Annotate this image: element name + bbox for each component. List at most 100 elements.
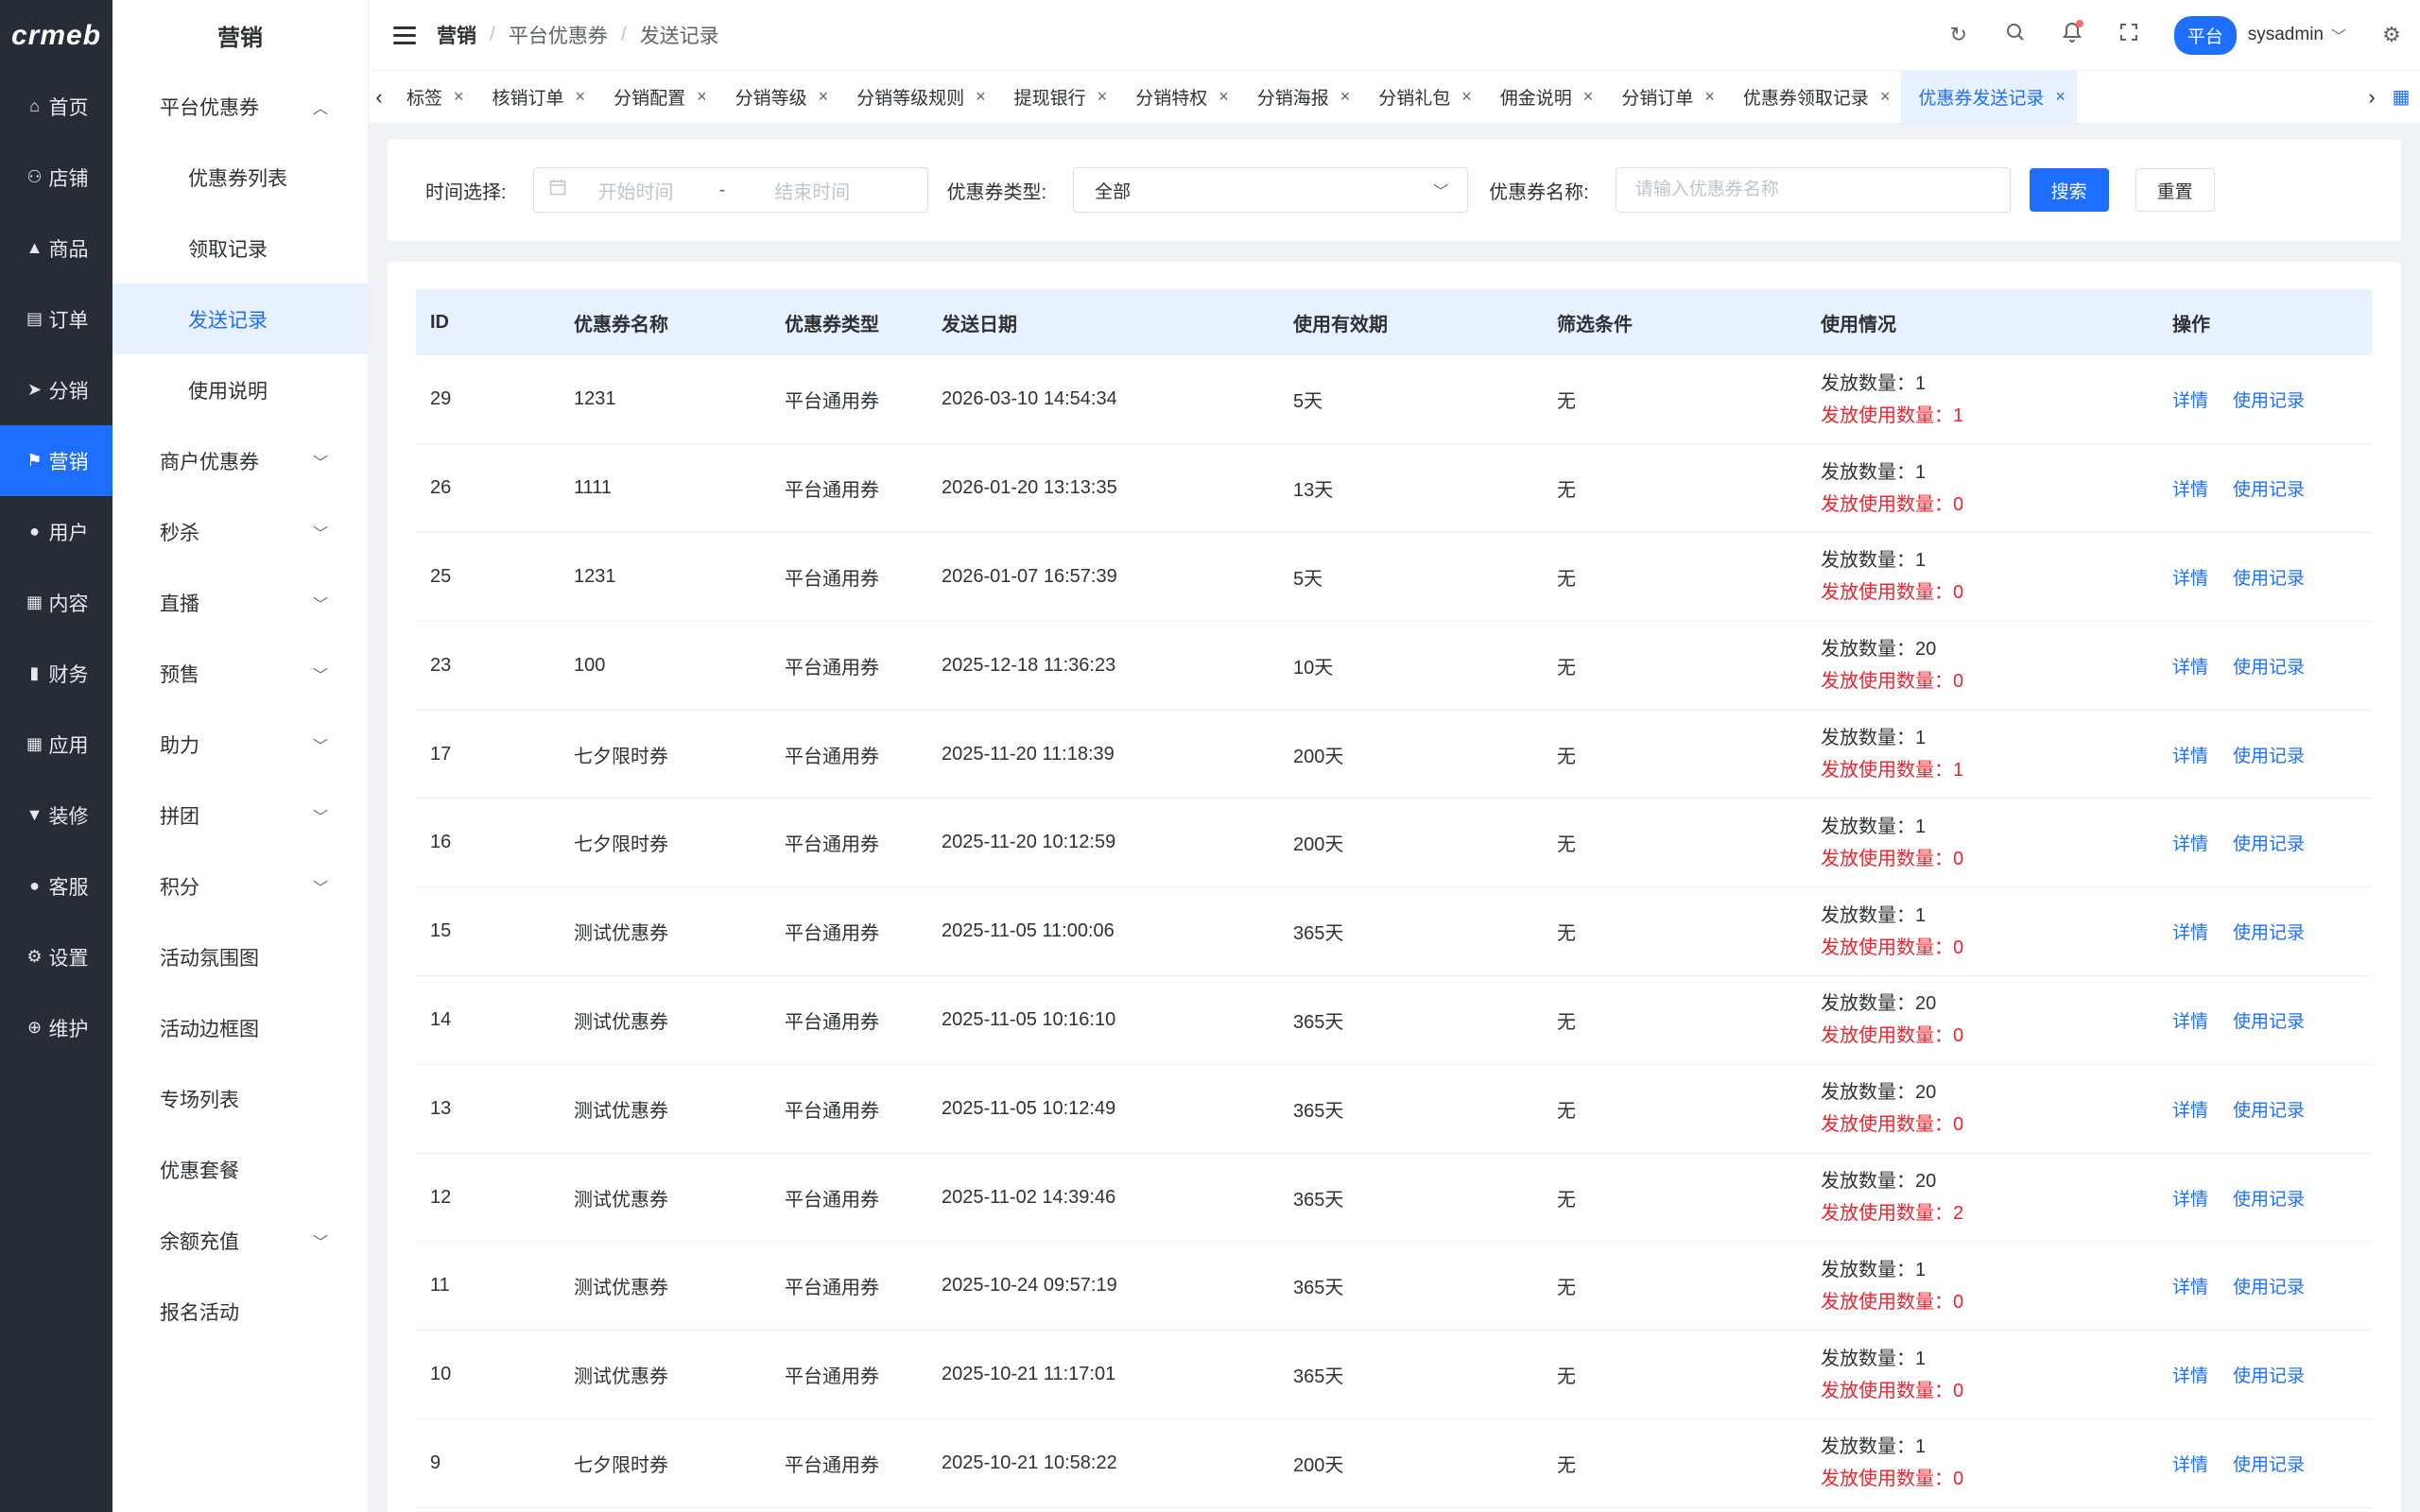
rail-item[interactable]: ● 客服 [0,850,112,921]
close-icon[interactable]: × [976,87,986,107]
submenu-item[interactable]: 使用说明 [112,354,368,425]
tab[interactable]: 分销等级规则 × [839,71,997,123]
detail-link[interactable]: 详情 [2172,1190,2208,1210]
reset-button[interactable]: 重置 [2135,168,2215,212]
submenu-group[interactable]: 拼团 ﹀ [112,780,368,850]
close-icon[interactable]: × [1340,87,1351,107]
rail-item[interactable]: ▤ 订单 [0,284,112,354]
usage-record-link[interactable]: 使用记录 [2233,834,2305,854]
close-icon[interactable]: × [1880,87,1891,107]
rail-item[interactable]: ⚇ 店铺 [0,142,112,213]
close-icon[interactable]: × [1704,87,1715,107]
coupon-type-select[interactable]: 全部 ﹀ [1073,167,1469,213]
fullscreen-icon[interactable] [2118,23,2140,47]
detail-link[interactable]: 详情 [2172,391,2208,411]
breadcrumb-item[interactable]: 平台优惠券 [509,21,608,49]
submenu-group[interactable]: 助力 ﹀ [112,709,368,780]
grid-icon[interactable]: ▦ [2382,85,2420,109]
submenu-group[interactable]: 报名活动 [112,1276,368,1347]
detail-link[interactable]: 详情 [2172,1278,2208,1297]
tab[interactable]: 佣金说明 × [1483,71,1605,123]
usage-record-link[interactable]: 使用记录 [2233,1012,2305,1032]
usage-record-link[interactable]: 使用记录 [2233,480,2305,500]
platform-badge[interactable]: 平台 [2173,15,2237,55]
date-range-picker[interactable]: 开始时间 - 结束时间 [532,167,928,213]
submenu-group[interactable]: 活动边框图 [112,992,368,1063]
submenu-group[interactable]: 预售 ﹀ [112,638,368,709]
rail-item[interactable]: ⚑ 营销 [0,425,112,496]
tab[interactable]: 分销配置 × [596,71,718,123]
tab[interactable]: 提现银行 × [997,71,1119,123]
detail-link[interactable]: 详情 [2172,834,2208,854]
refresh-icon[interactable]: ↻ [1947,23,1970,47]
usage-record-link[interactable]: 使用记录 [2233,1101,2305,1121]
close-icon[interactable]: × [2055,87,2066,107]
tabs-scroll-left-icon[interactable]: ‹ [369,85,389,110]
usage-record-link[interactable]: 使用记录 [2233,747,2305,766]
detail-link[interactable]: 详情 [2172,1366,2208,1386]
rail-item[interactable]: ● 用户 [0,496,112,567]
usage-record-link[interactable]: 使用记录 [2233,1278,2305,1297]
detail-link[interactable]: 详情 [2172,480,2208,500]
usage-record-link[interactable]: 使用记录 [2233,1455,2305,1475]
submenu-item[interactable]: 领取记录 [112,213,368,284]
tab[interactable]: 分销等级 × [718,71,840,123]
rail-item[interactable]: ▦ 内容 [0,567,112,638]
close-icon[interactable]: × [454,87,464,107]
tabs-scroll-right-icon[interactable]: › [2361,85,2382,110]
detail-link[interactable]: 详情 [2172,569,2208,589]
search-icon[interactable] [2004,23,2027,47]
detail-link[interactable]: 详情 [2172,1012,2208,1032]
start-time-placeholder[interactable]: 开始时间 [598,177,674,204]
tab[interactable]: 分销特权 × [1118,71,1240,123]
usage-record-link[interactable]: 使用记录 [2233,391,2305,411]
rail-item[interactable]: ▦ 应用 [0,709,112,780]
gear-icon[interactable]: ⚙ [2380,23,2403,47]
rail-item[interactable]: ➤ 分销 [0,354,112,425]
detail-link[interactable]: 详情 [2172,658,2208,678]
search-button[interactable]: 搜索 [2029,168,2109,212]
close-icon[interactable]: × [1583,87,1594,107]
usage-record-link[interactable]: 使用记录 [2233,923,2305,943]
detail-link[interactable]: 详情 [2172,923,2208,943]
usage-record-link[interactable]: 使用记录 [2233,658,2305,678]
end-time-placeholder[interactable]: 结束时间 [774,177,850,204]
rail-item[interactable]: ⚙ 设置 [0,921,112,992]
submenu-group-platform-coupon[interactable]: 平台优惠券 ︿ [112,71,368,142]
detail-link[interactable]: 详情 [2172,1455,2208,1475]
coupon-name-input[interactable] [1615,167,2011,213]
close-icon[interactable]: × [1098,87,1108,107]
tab[interactable]: 分销礼包 × [1361,71,1483,123]
detail-link[interactable]: 详情 [2172,1101,2208,1121]
close-icon[interactable]: × [576,87,586,107]
bell-icon[interactable] [2061,20,2083,48]
submenu-group[interactable]: 优惠套餐 [112,1134,368,1205]
submenu-group-balance[interactable]: 余额充值 ﹀ [112,1205,368,1276]
close-icon[interactable]: × [819,87,829,107]
submenu-group[interactable]: 积分 ﹀ [112,850,368,921]
rail-item[interactable]: ⊕ 维护 [0,992,112,1063]
close-icon[interactable]: × [1461,87,1472,107]
rail-item[interactable]: ▮ 财务 [0,638,112,709]
tab[interactable]: 优惠券发送记录 × [1901,71,2077,123]
close-icon[interactable]: × [1219,87,1229,107]
submenu-group[interactable]: 活动氛围图 [112,921,368,992]
user-menu[interactable]: sysadmin ﹀ [2248,24,2346,46]
menu-toggle-icon[interactable] [393,26,416,44]
close-icon[interactable]: × [697,87,707,107]
tab[interactable]: 核销订单 × [475,71,597,123]
tab[interactable]: 分销订单 × [1604,71,1726,123]
submenu-group[interactable]: 商户优惠券 ﹀ [112,425,368,496]
tab[interactable]: 优惠券领取记录 × [1726,71,1902,123]
usage-record-link[interactable]: 使用记录 [2233,569,2305,589]
usage-record-link[interactable]: 使用记录 [2233,1190,2305,1210]
rail-item[interactable]: ⌂ 首页 [0,71,112,142]
detail-link[interactable]: 详情 [2172,747,2208,766]
submenu-group[interactable]: 秒杀 ﹀ [112,496,368,567]
submenu-item[interactable]: 优惠券列表 [112,142,368,213]
tab[interactable]: 分销海报 × [1240,71,1362,123]
submenu-group[interactable]: 直播 ﹀ [112,567,368,638]
rail-item[interactable]: ▲ 商品 [0,213,112,284]
usage-record-link[interactable]: 使用记录 [2233,1366,2305,1386]
rail-item[interactable]: ▼ 装修 [0,780,112,850]
